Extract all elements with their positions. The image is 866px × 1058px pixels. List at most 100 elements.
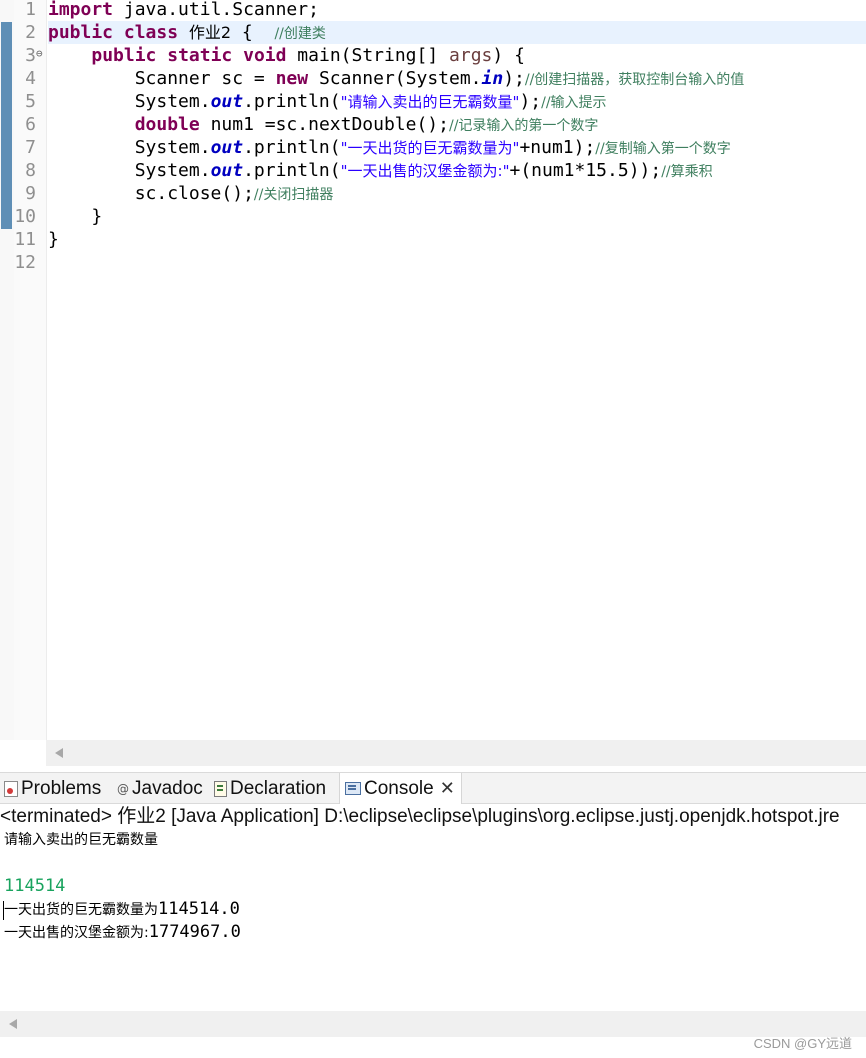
code-line-2[interactable]: public class 作业2 { //创建类 — [48, 21, 866, 44]
watermark: CSDN @GY远道 — [753, 1036, 852, 1051]
tab-label: Declaration — [230, 778, 327, 799]
comment: //记录输入的第一个数字 — [448, 118, 599, 134]
close-icon[interactable]: ✕ — [440, 773, 455, 805]
tab-problems[interactable]: Problems — [4, 773, 101, 803]
line-number: 10 — [14, 206, 36, 227]
console-horizontal-scrollbar[interactable] — [0, 1011, 866, 1037]
line-number: 7 — [25, 137, 36, 158]
keyword: void — [243, 45, 287, 66]
code-text: +(num1*15.5)); — [509, 160, 662, 181]
change-marker — [1, 45, 12, 229]
code-text: +num1); — [519, 137, 596, 158]
keyword: class — [123, 22, 179, 43]
scroll-left-arrow-icon[interactable] — [9, 1019, 17, 1029]
static-field: out — [210, 91, 244, 112]
code-text: sc.close(); — [134, 183, 254, 204]
fold-toggle-icon[interactable]: ⊖ — [36, 42, 46, 65]
keyword: public — [91, 45, 157, 66]
code-text: java.util.Scanner; — [113, 0, 319, 20]
code-line-8[interactable]: System.out.println("一天出售的汉堡金额为:"+(num1*1… — [48, 159, 866, 182]
tab-javadoc[interactable]: @ Javadoc — [117, 773, 203, 803]
line-number: 12 — [14, 252, 36, 273]
keyword: static — [167, 45, 233, 66]
code-text: Scanner(System. — [308, 68, 482, 89]
code-text: System. — [134, 137, 211, 158]
code-line-10[interactable]: } — [48, 205, 866, 228]
string-literal: "一天出货的巨无霸数量为" — [340, 139, 520, 157]
code-line-4[interactable]: Scanner sc = new Scanner(System.in);//创建… — [48, 67, 866, 90]
tab-label: Problems — [21, 778, 102, 799]
console-output[interactable]: 请输入卖出的巨无霸数量 114514 一天出货的巨无霸数量为114514.0 一… — [0, 829, 866, 1011]
output-label: 一天出售的汉堡金额为: — [4, 925, 149, 941]
line-number: 8 — [25, 160, 36, 181]
scroll-left-arrow-icon[interactable] — [55, 748, 63, 758]
comment: //算乘积 — [661, 164, 713, 180]
line-number: 6 — [25, 114, 36, 135]
overview-ruler — [0, 0, 14, 740]
console-output-line: 一天出售的汉堡金额为:1774967.0 — [4, 921, 241, 944]
code-text: .println( — [243, 91, 341, 112]
code-text: ) { — [492, 45, 525, 66]
comment: //创建扫描器，获取控制台输入的值 — [524, 72, 745, 88]
console-prompt-line: 请输入卖出的巨无霸数量 — [4, 832, 158, 848]
console-status-line: <terminated> 作业2 [Java Application] D:\e… — [0, 806, 840, 827]
code-text: } — [91, 206, 103, 227]
code-text: .println( — [243, 160, 341, 181]
code-text: main(String[] — [286, 45, 450, 66]
declaration-icon — [214, 780, 227, 797]
code-line-12[interactable] — [48, 251, 866, 274]
code-line-3[interactable]: public static void main(String[] args) { — [48, 44, 866, 67]
tab-label: Javadoc — [132, 778, 203, 800]
class-name: 作业2 — [188, 23, 232, 42]
keyword: import — [48, 0, 114, 20]
line-number: 2 — [25, 22, 36, 43]
tab-declaration[interactable]: Declaration — [214, 773, 326, 803]
bottom-strip — [0, 1037, 866, 1058]
parameter: args — [449, 45, 493, 66]
code-text: num1 =sc.nextDouble(); — [199, 114, 449, 135]
output-value: 1774967.0 — [148, 922, 241, 942]
code-text: .println( — [243, 137, 341, 158]
code-text: { — [231, 22, 275, 43]
keyword: new — [275, 68, 309, 89]
console-input-line: 114514 — [4, 876, 66, 896]
code-line-5[interactable]: System.out.println("请输入卖出的巨无霸数量");//输入提示 — [48, 90, 866, 113]
code-line-9[interactable]: sc.close();//关闭扫描器 — [48, 182, 866, 205]
code-text: ); — [519, 91, 542, 112]
console-icon — [345, 782, 361, 796]
static-field: out — [210, 160, 244, 181]
change-marker — [1, 22, 12, 45]
line-number: 1 — [25, 0, 36, 20]
comment: //创建类 — [274, 26, 326, 42]
line-number: 5 — [25, 91, 36, 112]
comment: //输入提示 — [541, 95, 607, 111]
code-line-11[interactable]: } — [48, 228, 866, 251]
tab-label: Console — [364, 778, 434, 799]
view-tab-bar: Problems @ Javadoc Declaration Console ✕ — [0, 772, 866, 804]
keyword: public — [48, 22, 114, 43]
code-line-1[interactable]: import java.util.Scanner; — [48, 0, 866, 21]
code-line-6[interactable]: double num1 =sc.nextDouble();//记录输入的第一个数… — [48, 113, 866, 136]
code-editor[interactable]: 1 2 3 ⊖ 4 5 6 7 8 9 10 11 12 import java… — [0, 0, 866, 740]
line-number: 4 — [25, 68, 36, 89]
at-icon: @ — [117, 782, 129, 796]
string-literal: "一天出售的汉堡金额为:" — [340, 162, 510, 180]
output-label: 一天出货的巨无霸数量为 — [4, 902, 158, 918]
code-text: } — [48, 229, 59, 250]
static-field: in — [481, 68, 504, 89]
comment: //关闭扫描器 — [253, 187, 334, 203]
console-output-line: 一天出货的巨无霸数量为114514.0 — [4, 898, 240, 921]
code-line-7[interactable]: System.out.println("一天出货的巨无霸数量为"+num1);/… — [48, 136, 866, 159]
editor-horizontal-scrollbar[interactable] — [46, 740, 866, 766]
static-field: out — [210, 137, 244, 158]
code-text: ); — [503, 68, 525, 89]
line-number: 3 — [25, 45, 36, 66]
string-literal: "请输入卖出的巨无霸数量" — [340, 93, 520, 111]
output-value: 114514.0 — [158, 899, 240, 919]
line-number: 11 — [14, 229, 36, 250]
comment: //复制输入第一个数字 — [595, 141, 731, 157]
code-text: Scanner sc = — [134, 68, 276, 89]
tab-console[interactable]: Console ✕ — [339, 773, 462, 804]
line-number: 9 — [25, 183, 36, 204]
code-text: System. — [134, 91, 211, 112]
